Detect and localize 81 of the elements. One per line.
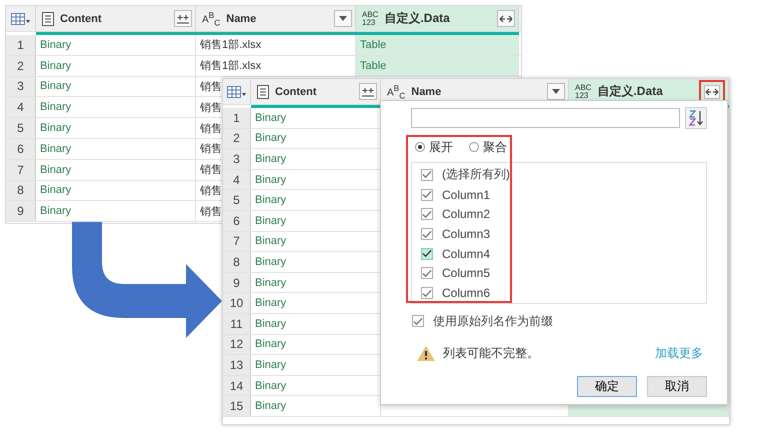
table-cell: Binary bbox=[36, 35, 196, 55]
row-number: 4 bbox=[223, 170, 251, 190]
row-number: 4 bbox=[6, 97, 36, 118]
table-cell: Binary bbox=[36, 76, 196, 96]
table-cell: Binary bbox=[36, 118, 196, 138]
row-number: 1 bbox=[6, 35, 36, 55]
column-checkbox[interactable]: Column5 bbox=[421, 264, 706, 284]
column-title: 自定义.Data bbox=[384, 10, 451, 27]
row-number: 10 bbox=[223, 293, 251, 313]
column-title: Content bbox=[275, 86, 318, 98]
column-header[interactable]: Content bbox=[36, 6, 196, 31]
table-menu-icon[interactable] bbox=[10, 12, 30, 24]
row-number: 11 bbox=[223, 314, 251, 334]
prefix-checkbox[interactable]: 使用原始列名作为前缀 bbox=[412, 311, 553, 331]
ok-button[interactable]: 确定 bbox=[577, 376, 637, 397]
table-cell: Table bbox=[356, 35, 519, 55]
sort-button[interactable] bbox=[685, 107, 707, 129]
row-number: 7 bbox=[223, 232, 251, 252]
table-cell: Binary bbox=[36, 138, 196, 159]
column-header[interactable]: A$^{B}$$_{C}$ Name bbox=[196, 6, 356, 31]
expand-button[interactable] bbox=[359, 83, 377, 100]
row-number: 8 bbox=[223, 252, 251, 272]
row-number: 15 bbox=[223, 396, 251, 416]
column-checkbox[interactable]: Column6 bbox=[421, 283, 706, 304]
row-number: 2 bbox=[223, 128, 251, 148]
expand-button[interactable] bbox=[174, 10, 192, 27]
table-cell: Binary bbox=[36, 56, 196, 76]
column-checkbox[interactable]: Column3 bbox=[421, 224, 706, 244]
row-number: 6 bbox=[6, 138, 36, 159]
row-number: 14 bbox=[223, 376, 251, 396]
row-number: 9 bbox=[223, 272, 251, 292]
document-icon bbox=[42, 12, 54, 26]
row-number: 8 bbox=[6, 180, 36, 200]
column-title: 自定义.Data bbox=[597, 83, 664, 100]
caret-icon bbox=[339, 16, 347, 21]
table-cell: Table bbox=[356, 56, 519, 76]
column-title: Name bbox=[411, 86, 442, 98]
row-number: 3 bbox=[223, 149, 251, 169]
column-checkbox[interactable]: Column2 bbox=[421, 204, 706, 224]
table-menu-icon[interactable] bbox=[226, 86, 246, 98]
row-number: 5 bbox=[223, 190, 251, 210]
type-label: ABC 123 bbox=[362, 10, 378, 26]
row-number: 3 bbox=[6, 76, 36, 96]
row-number: 2 bbox=[6, 56, 36, 76]
filter-button[interactable] bbox=[334, 10, 352, 27]
expand-button[interactable] bbox=[497, 10, 515, 27]
check-icon bbox=[422, 170, 432, 180]
table-cell: Binary bbox=[36, 180, 196, 200]
row-number: 1 bbox=[223, 108, 251, 128]
row-number: 12 bbox=[223, 334, 251, 354]
row-number: 13 bbox=[223, 355, 251, 375]
column-checkbox[interactable]: Column4 bbox=[421, 244, 706, 264]
row-number: 9 bbox=[6, 201, 36, 222]
filter-button[interactable] bbox=[547, 83, 565, 100]
expand-arrows-icon bbox=[705, 86, 719, 96]
check-icon bbox=[422, 288, 432, 298]
column-title: Name bbox=[226, 12, 258, 24]
type-label: ABC 123 bbox=[575, 84, 592, 100]
mode-radio[interactable]: 展开 bbox=[415, 138, 453, 156]
row-number: 7 bbox=[6, 160, 36, 180]
table-cell: Binary bbox=[36, 97, 196, 118]
column-title: Content bbox=[60, 12, 103, 24]
table-cell: Binary bbox=[36, 201, 196, 222]
expand-icon bbox=[177, 14, 189, 24]
check-icon bbox=[413, 316, 423, 326]
sort-az-icon bbox=[688, 110, 704, 126]
mode-radio[interactable]: 聚合 bbox=[469, 138, 507, 156]
column-header[interactable]: Content bbox=[251, 79, 381, 104]
table-cell: Binary bbox=[36, 160, 196, 180]
expand-icon bbox=[362, 86, 374, 96]
warning-text: 列表可能不完整。 bbox=[443, 345, 539, 362]
row-number: 5 bbox=[6, 118, 36, 138]
search-field[interactable] bbox=[411, 108, 680, 128]
cancel-button[interactable]: 取消 bbox=[647, 376, 707, 397]
warning-icon bbox=[416, 345, 436, 362]
caret-icon bbox=[552, 89, 560, 94]
column-checkbox[interactable]: Column1 bbox=[421, 184, 706, 204]
document-icon bbox=[257, 84, 269, 98]
expand-arrows-icon bbox=[499, 14, 513, 24]
row-number: 6 bbox=[223, 210, 251, 231]
column-checkbox[interactable]: (选择所有列) bbox=[421, 165, 706, 185]
